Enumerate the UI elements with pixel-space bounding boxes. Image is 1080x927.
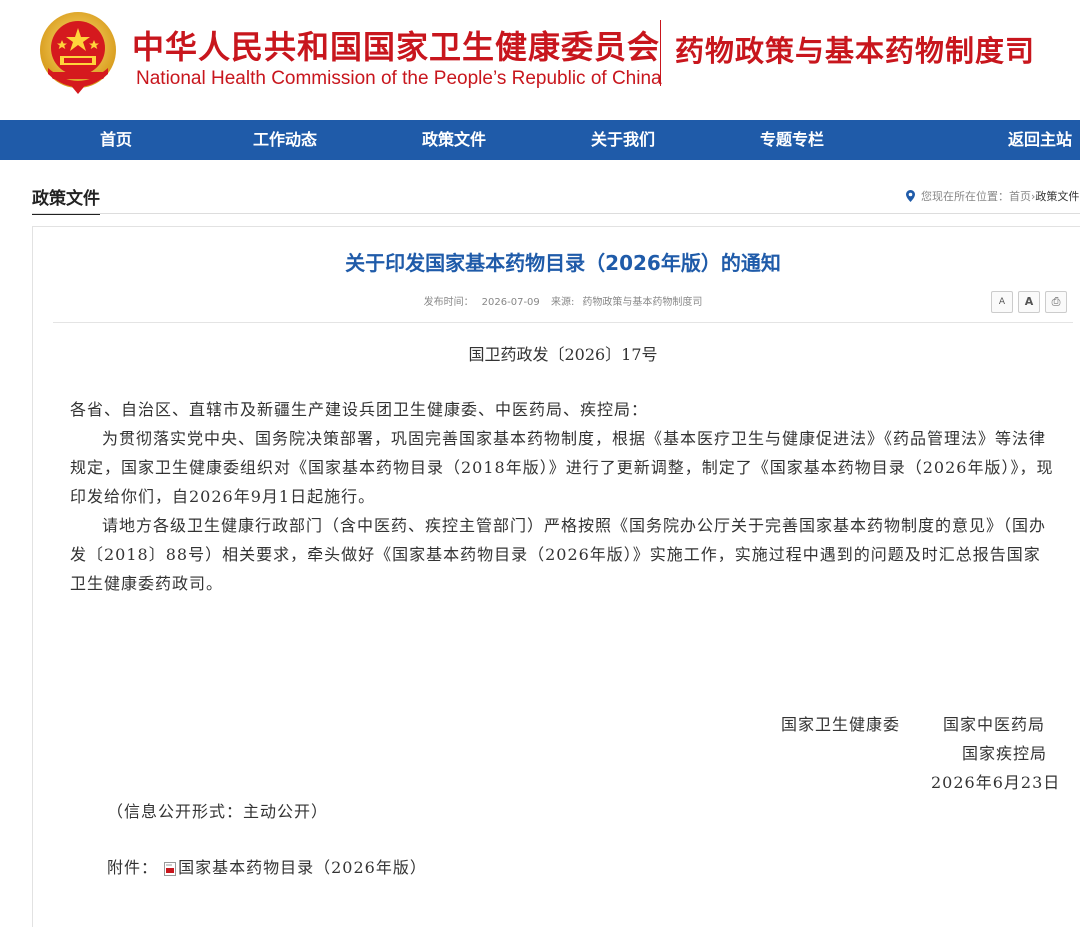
attachment-link[interactable]: 国家基本药物目录（2026年版）	[178, 858, 427, 877]
breadcrumb-label: 您现在所在位置：	[921, 190, 1009, 203]
nav-item-policy-documents[interactable]: 政策文件	[404, 120, 504, 160]
site-header: 中华人民共和国国家卫生健康委员会 National Health Commiss…	[0, 0, 1080, 120]
document-number: 国卫药政发〔2026〕17号	[468, 345, 658, 364]
paragraph-1: 为贯彻落实党中央、国务院决策部署，巩固完善国家基本药物制度，根据《基本医疗卫生与…	[70, 429, 1054, 506]
font-smaller-button[interactable]: A	[991, 291, 1013, 313]
nav-item-work-updates[interactable]: 工作动态	[235, 120, 335, 160]
national-emblem-icon[interactable]	[38, 8, 118, 96]
paragraph-2: 请地方各级卫生健康行政部门（含中医药、疾控主管部门）严格按照《国务院办公厅关于完…	[70, 516, 1047, 593]
breadcrumb: 您现在所在位置：首页›政策文件	[906, 188, 1079, 204]
nav-return-main-site[interactable]: 返回主站	[990, 120, 1080, 160]
disclosure-form: （信息公开形式：主动公开）	[107, 802, 329, 821]
signatory-health-commission: 国家卫生健康委	[781, 715, 901, 734]
article-container: 关于印发国家基本药物目录（2026年版）的通知 发布时间： 2026-07-09 …	[32, 226, 1080, 927]
header-divider	[660, 20, 661, 86]
breadcrumb-divider	[32, 213, 1080, 214]
print-button[interactable]: ⎙	[1045, 291, 1067, 313]
nav-item-about-us[interactable]: 关于我们	[573, 120, 673, 160]
breadcrumb-bar: 政策文件 您现在所在位置：首页›政策文件	[0, 176, 1080, 216]
nav-item-home[interactable]: 首页	[66, 120, 166, 160]
nav-item-special-topics[interactable]: 专题专栏	[742, 120, 842, 160]
font-larger-button[interactable]: A	[1018, 291, 1040, 313]
site-title-cn[interactable]: 中华人民共和国国家卫生健康委员会	[132, 22, 660, 68]
section-title: 政策文件	[32, 184, 100, 215]
location-pin-icon	[906, 190, 915, 202]
breadcrumb-home-link[interactable]: 首页	[1009, 190, 1031, 203]
breadcrumb-current[interactable]: 政策文件	[1035, 190, 1079, 203]
source-label: 来源:	[550, 297, 575, 308]
attachment-row: 附件： 国家基本药物目录（2026年版）	[107, 854, 427, 878]
signature-date: 2026年6月23日	[931, 773, 1061, 792]
meta-divider	[53, 322, 1073, 323]
article-meta: 发布时间： 2026-07-09 来源: 药物政策与基本药物制度司	[33, 293, 1080, 308]
publish-label: 发布时间：	[423, 297, 474, 308]
signatory-tcm-bureau: 国家中医药局	[943, 715, 1046, 734]
main-nav: 首页 工作动态 政策文件 关于我们 专题专栏 返回主站	[0, 120, 1080, 160]
publish-date: 2026-07-09	[481, 297, 540, 308]
pdf-file-icon[interactable]	[164, 862, 177, 876]
article-body: 各省、自治区、直辖市及新疆生产建设兵团卫生健康委、中医药局、疾控局： 为贯彻落实…	[70, 395, 1055, 598]
department-name[interactable]: 药物政策与基本药物制度司	[675, 28, 1035, 70]
site-title-en[interactable]: National Health Commission of the People…	[136, 68, 662, 90]
signatory-cdc-bureau: 国家疾控局	[962, 744, 1048, 763]
article-title: 关于印发国家基本药物目录（2026年版）的通知	[345, 251, 781, 275]
recipients: 各省、自治区、直辖市及新疆生产建设兵团卫生健康委、中医药局、疾控局：	[70, 400, 649, 419]
attachment-label: 附件：	[107, 858, 159, 877]
source-name: 药物政策与基本药物制度司	[582, 297, 703, 308]
